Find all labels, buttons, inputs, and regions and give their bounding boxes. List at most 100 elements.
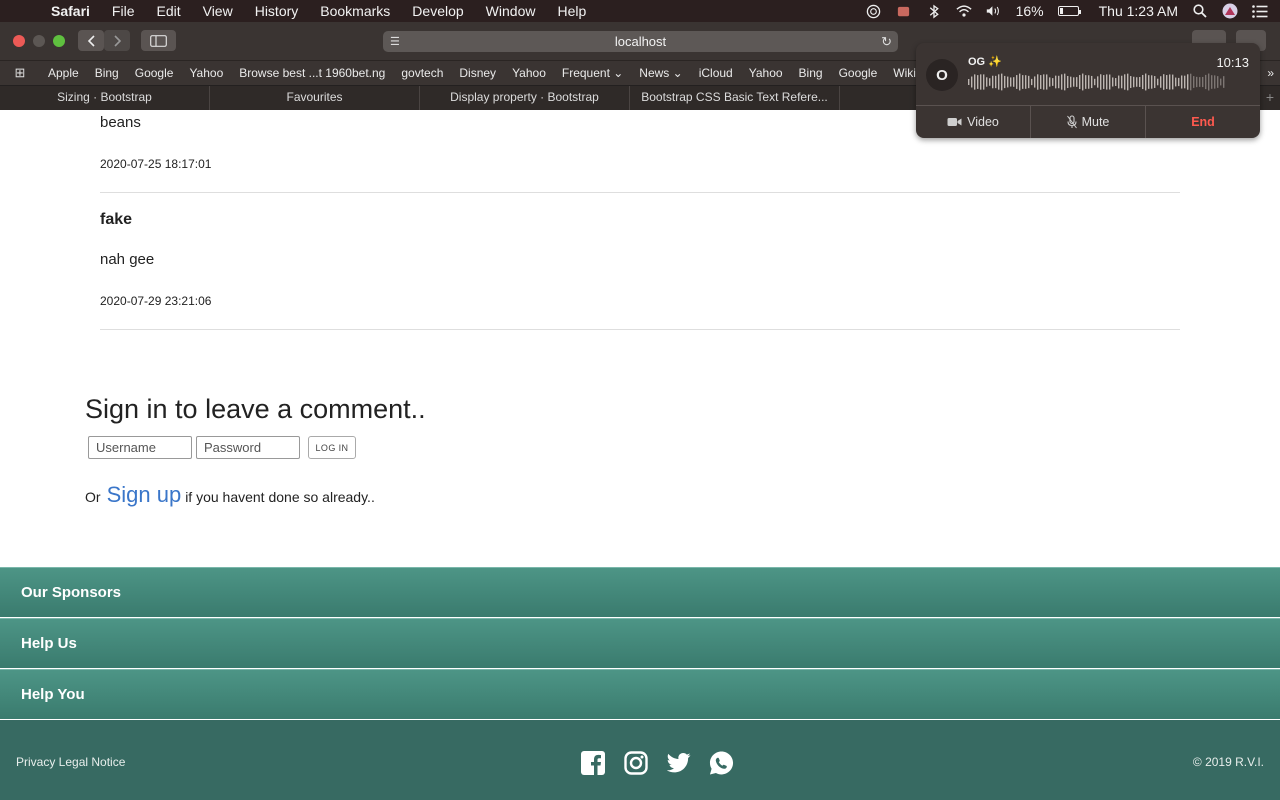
comment-body: beans — [100, 114, 141, 131]
accordion-label: Help Us — [21, 635, 77, 652]
menu-safari[interactable]: Safari — [40, 0, 101, 22]
waveform-bar — [1043, 74, 1045, 90]
favorite-yahoo[interactable]: Yahoo — [181, 66, 231, 80]
address-url: localhost — [614, 34, 667, 49]
app-status-icon[interactable] — [896, 3, 912, 19]
menu-view[interactable]: View — [192, 0, 244, 22]
favorites-overflow-button[interactable]: » — [1267, 66, 1274, 80]
status-area: 16% Thu 1:23 AM — [866, 0, 1268, 22]
video-button[interactable]: Video — [916, 106, 1031, 138]
waveform-bar — [1046, 74, 1048, 90]
menubar-clock[interactable]: Thu 1:23 AM — [1099, 3, 1178, 19]
waveform-bar — [1001, 73, 1003, 91]
favorite-apple[interactable]: Apple — [40, 66, 87, 80]
waveform-bar — [974, 74, 976, 90]
favorite-yahoo-3[interactable]: Yahoo — [741, 66, 791, 80]
favorite-1960bet[interactable]: Browse best ...t 1960bet.ng — [231, 66, 393, 80]
waveform-bar — [1004, 75, 1006, 89]
waveform-bar — [1136, 77, 1138, 87]
reload-icon[interactable]: ↻ — [881, 34, 892, 50]
signup-link[interactable]: Sign up — [107, 482, 182, 508]
signup-suffix-text: if you havent done so already.. — [185, 489, 375, 505]
tab-bootstrap-text-reference[interactable]: Bootstrap CSS Basic Text Refere... — [630, 86, 840, 110]
reader-view-icon[interactable]: ☰ — [390, 35, 400, 48]
waveform-bar — [1169, 74, 1171, 90]
forward-button[interactable] — [104, 30, 130, 51]
waveform-bar — [1196, 76, 1198, 88]
waveform-bar — [1055, 75, 1057, 89]
menu-window[interactable]: Window — [475, 0, 547, 22]
password-input[interactable] — [196, 436, 300, 459]
signup-line: Or Sign up if you havent done so already… — [85, 482, 375, 508]
waveform-bar — [1166, 75, 1168, 89]
waveform-bar — [1112, 77, 1114, 87]
favorite-news-folder[interactable]: News ⌄ — [631, 66, 690, 80]
menu-edit[interactable]: Edit — [145, 0, 191, 22]
battery-icon[interactable] — [1057, 6, 1081, 16]
notification-center-icon[interactable] — [1252, 3, 1268, 19]
call-timer: 10:13 — [1216, 55, 1249, 70]
waveform-bar — [968, 79, 970, 85]
accordion-label: Help You — [21, 686, 85, 703]
minimize-window-button[interactable] — [33, 35, 45, 47]
menu-develop[interactable]: Develop — [401, 0, 474, 22]
favorite-icloud[interactable]: iCloud — [691, 66, 741, 80]
login-button[interactable]: LOG IN — [308, 436, 356, 459]
bluetooth-icon[interactable] — [926, 3, 942, 19]
accordion-help-you[interactable]: Help You — [0, 669, 1280, 719]
waveform-bar — [1049, 77, 1051, 87]
call-notification: O OG ✨ 10:13 Video Mute End — [916, 43, 1260, 138]
tab-favourites[interactable]: Favourites — [210, 86, 420, 110]
menu-help[interactable]: Help — [546, 0, 597, 22]
close-window-button[interactable] — [13, 35, 25, 47]
accordion-help-us[interactable]: Help Us — [0, 618, 1280, 668]
twitter-icon[interactable] — [666, 750, 691, 775]
waveform-bar — [1070, 76, 1072, 88]
end-call-button[interactable]: End — [1146, 106, 1260, 138]
sidebar-icon — [150, 34, 167, 47]
user-avatar-icon[interactable] — [1222, 3, 1238, 19]
menu-bookmarks[interactable]: Bookmarks — [309, 0, 401, 22]
tab-display-property[interactable]: Display property · Bootstrap — [420, 86, 630, 110]
mute-button[interactable]: Mute — [1031, 106, 1146, 138]
chevron-left-icon — [87, 34, 95, 47]
volume-icon[interactable] — [986, 3, 1002, 19]
wifi-icon[interactable] — [955, 3, 972, 19]
accordion-our-sponsors[interactable]: Our Sponsors — [0, 567, 1280, 617]
instagram-icon[interactable] — [623, 750, 648, 775]
waveform-bar — [1100, 74, 1102, 90]
end-call-label: End — [1191, 115, 1215, 129]
creative-cloud-icon[interactable] — [866, 3, 882, 19]
favorite-bing-2[interactable]: Bing — [791, 66, 831, 80]
sidebar-toggle-button[interactable] — [141, 30, 176, 51]
favorite-bing[interactable]: Bing — [87, 66, 127, 80]
waveform-bar — [1187, 74, 1189, 90]
waveform-bar — [1214, 75, 1216, 89]
menu-history[interactable]: History — [244, 0, 310, 22]
address-bar[interactable]: ☰ localhost ↻ — [383, 31, 898, 52]
waveform-bar — [1145, 73, 1147, 91]
username-input[interactable] — [88, 436, 192, 459]
whatsapp-icon[interactable] — [709, 750, 734, 775]
comment-date: 2020-07-25 18:17:01 — [100, 157, 212, 171]
waveform-bar — [983, 74, 985, 90]
favorite-google[interactable]: Google — [127, 66, 182, 80]
comment-divider — [100, 329, 1180, 330]
favorite-google-2[interactable]: Google — [831, 66, 886, 80]
favorites-grid-icon[interactable]: ⊞ — [0, 65, 40, 81]
favorite-yahoo-2[interactable]: Yahoo — [504, 66, 554, 80]
spotlight-search-icon[interactable] — [1192, 3, 1208, 19]
back-button[interactable] — [78, 30, 104, 51]
new-tab-button[interactable]: + — [1266, 89, 1274, 105]
tab-sizing-bootstrap[interactable]: Sizing · Bootstrap — [0, 86, 210, 110]
facebook-icon[interactable] — [580, 750, 605, 775]
zoom-window-button[interactable] — [53, 35, 65, 47]
accordion-label: Our Sponsors — [21, 584, 122, 601]
menu-file[interactable]: File — [101, 0, 146, 22]
favorite-disney[interactable]: Disney — [451, 66, 504, 80]
favorite-frequent-folder[interactable]: Frequent ⌄ — [554, 66, 631, 80]
privacy-legal-link[interactable]: Privacy Legal Notice — [16, 755, 125, 769]
waveform-bar — [1073, 77, 1075, 87]
favorite-govtech[interactable]: govtech — [393, 66, 451, 80]
site-footer: Privacy Legal Notice © 2019 R.V.I. — [0, 720, 1280, 800]
